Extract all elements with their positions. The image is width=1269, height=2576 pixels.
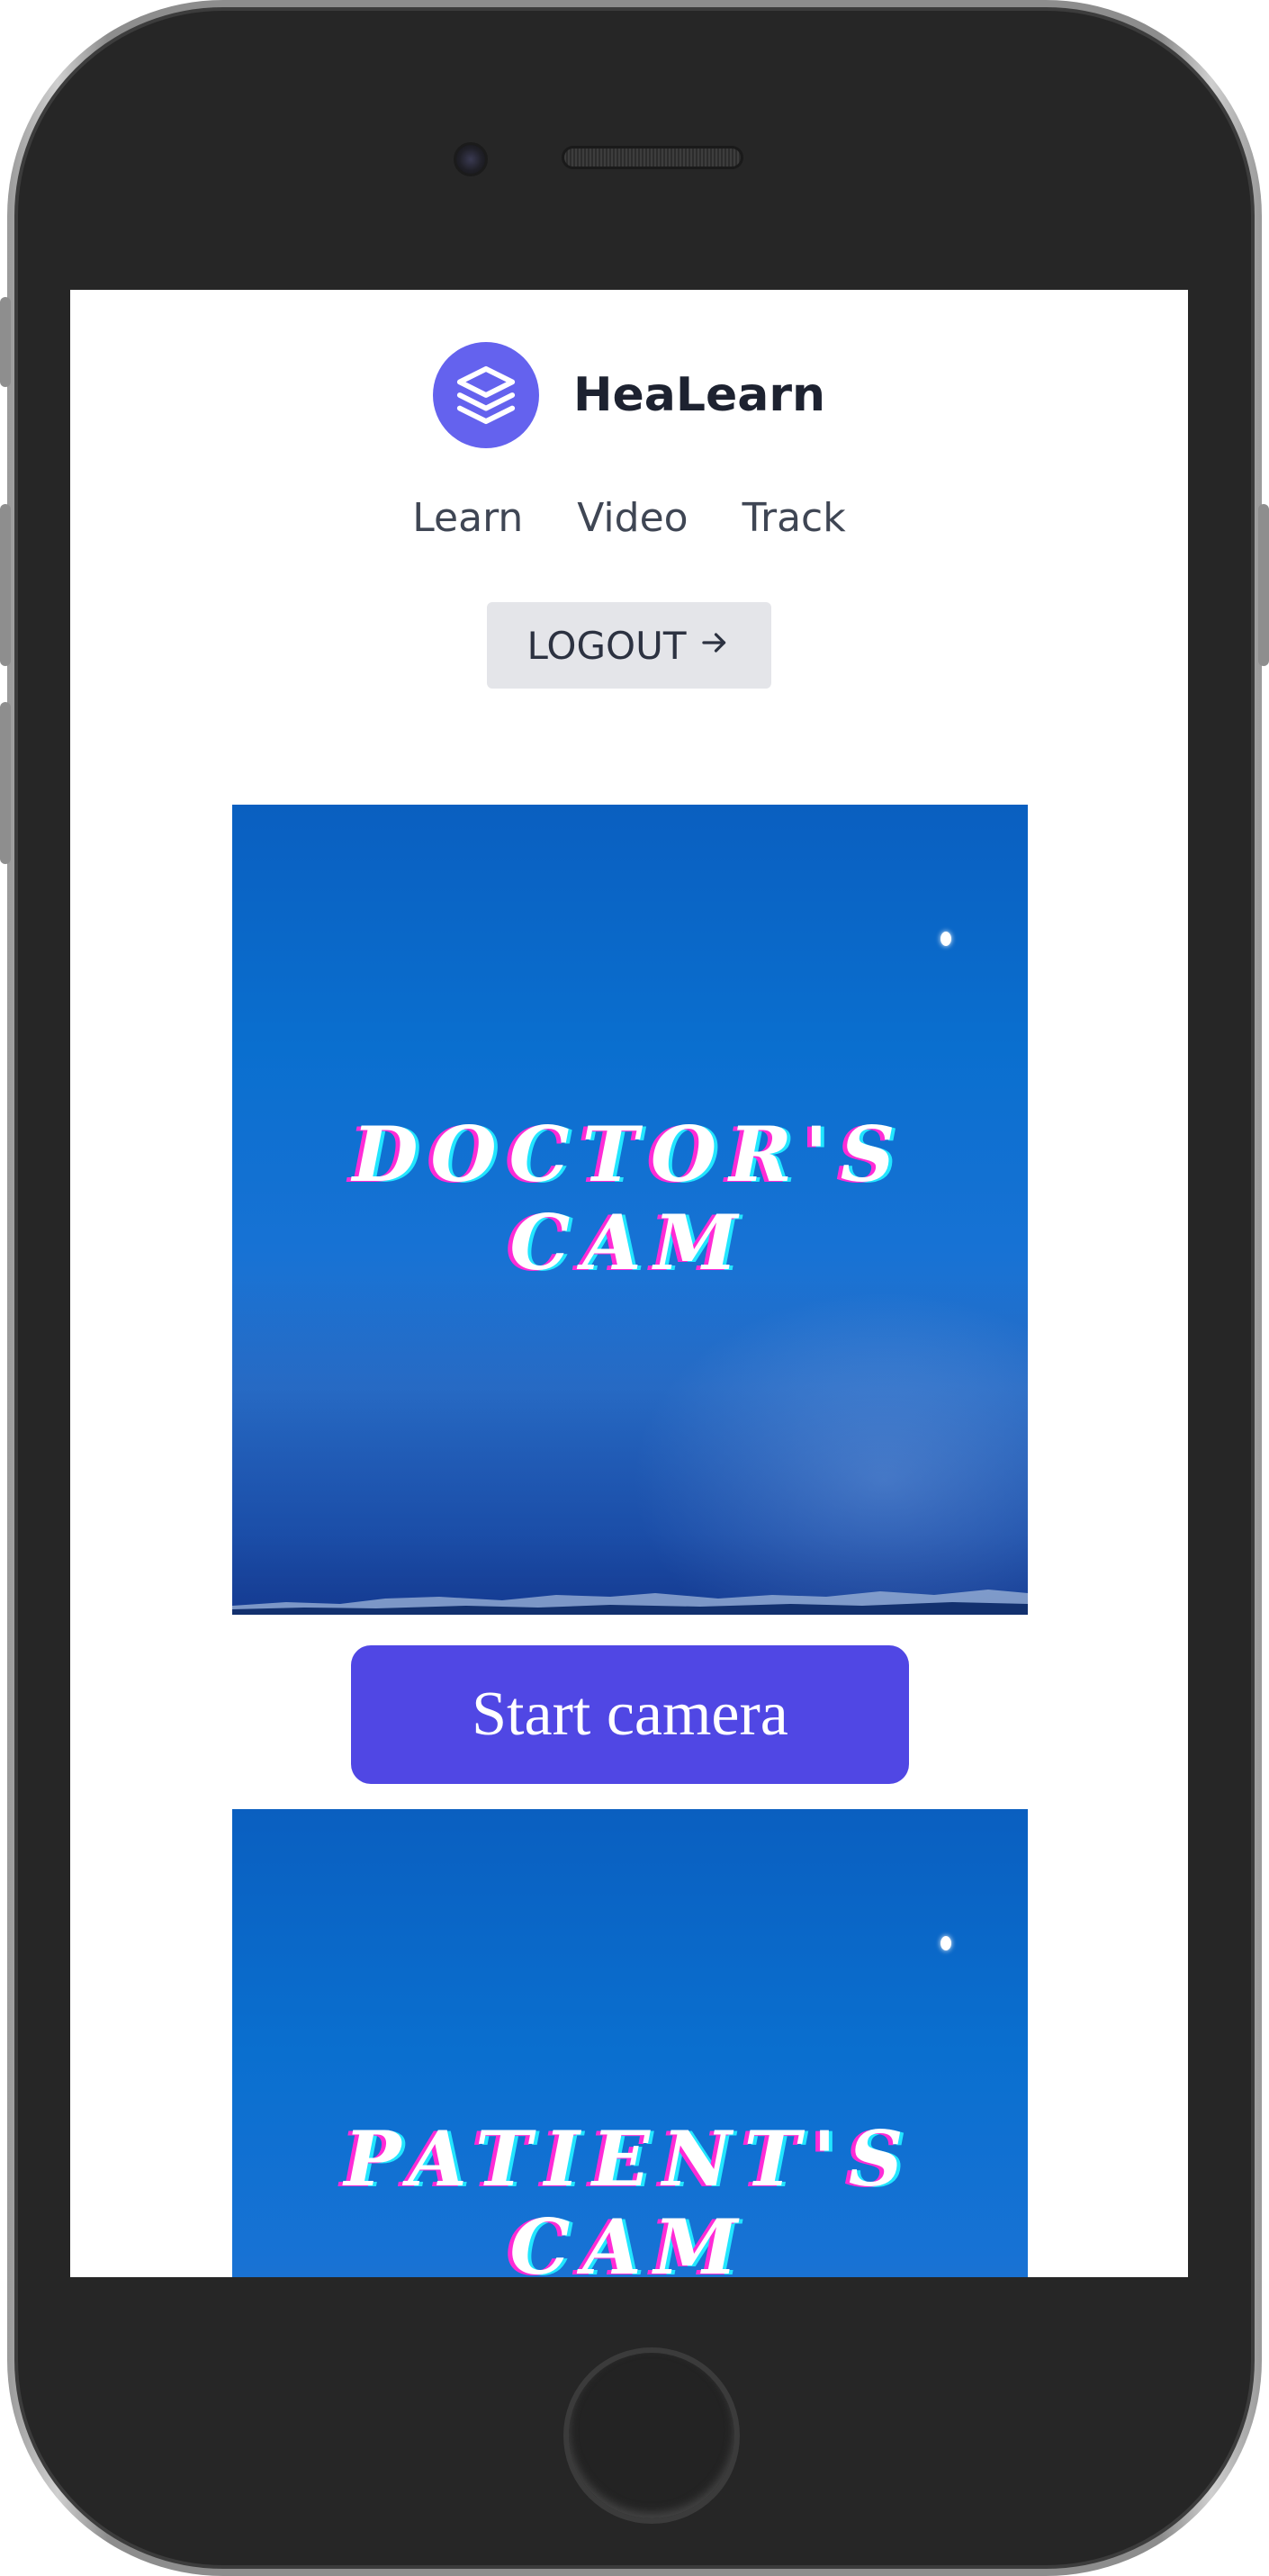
nav-track[interactable]: Track — [742, 495, 846, 541]
doctor-cam-title: DOCTOR'S CAM — [232, 1111, 1028, 1287]
layers-icon — [432, 342, 539, 448]
app-name: HeaLearn — [572, 368, 826, 422]
doctor-cam-title-line1: DOCTOR'S — [352, 1110, 908, 1199]
logout-button[interactable]: LOGOUT — [487, 602, 771, 689]
start-camera-button[interactable]: Start camera — [351, 1645, 909, 1784]
arrow-right-icon — [698, 624, 731, 668]
mute-switch — [0, 297, 11, 387]
mountain-silhouette — [232, 1590, 1028, 1615]
nav-learn[interactable]: Learn — [412, 495, 523, 541]
patient-cam-title: PATIENT'S CAM — [232, 2114, 1028, 2278]
power-button — [1258, 504, 1269, 666]
earpiece-speaker — [562, 146, 743, 169]
sky-haze — [232, 1273, 1028, 1615]
logout-label: LOGOUT — [526, 623, 687, 668]
doctor-cam-title-line2: CAM — [509, 1198, 751, 1287]
main-nav: Learn Video Track — [70, 495, 1188, 541]
moon — [940, 932, 951, 946]
front-camera — [454, 142, 488, 176]
volume-down-button — [0, 702, 11, 864]
app-screen: HeaLearn Learn Video Track LOGOUT DOCTOR… — [70, 290, 1188, 2277]
patient-cam-title-line2: CAM — [509, 2202, 751, 2278]
volume-up-button — [0, 504, 11, 666]
brand-header[interactable]: HeaLearn — [70, 342, 1188, 448]
nav-video[interactable]: Video — [577, 495, 688, 541]
moon — [940, 1936, 951, 1950]
patient-cam-view: PATIENT'S CAM — [232, 1809, 1028, 2277]
home-button[interactable] — [563, 2347, 740, 2524]
doctor-cam-view: DOCTOR'S CAM — [232, 805, 1028, 1615]
patient-cam-title-line1: PATIENT'S — [344, 2114, 916, 2203]
